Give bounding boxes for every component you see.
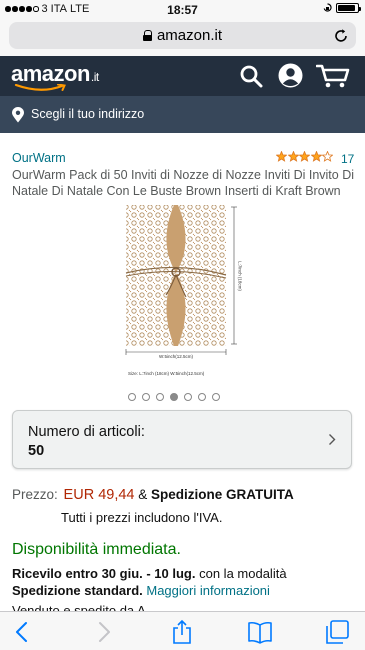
price-value: EUR 49,44: [63, 487, 135, 503]
image-width-label: W:5inch(12.5cm): [159, 354, 193, 359]
image-carousel-dots[interactable]: [128, 393, 220, 401]
status-bar: 3 ITA LTE 18:57: [0, 0, 365, 20]
star-rating[interactable]: [276, 151, 333, 162]
search-icon[interactable]: [239, 64, 263, 88]
logo-tld: .it: [90, 70, 99, 84]
quantity-value: 50: [28, 443, 45, 459]
amazon-header: amazon.it: [0, 56, 365, 96]
carousel-dot[interactable]: [198, 393, 206, 401]
chevron-right-icon: [329, 434, 336, 445]
address-prompt: Scegli il tuo indirizzo: [31, 107, 145, 121]
shipping-prefix: &: [138, 487, 152, 502]
star-icon: [310, 151, 322, 162]
share-icon[interactable]: [169, 619, 195, 645]
url-display: amazon.it: [9, 27, 356, 44]
browser-address-bar: amazon.it: [0, 20, 365, 56]
star-icon: [322, 151, 333, 162]
quantity-selector[interactable]: Numero di articoli: 50: [12, 410, 352, 469]
battery-level: [338, 5, 356, 11]
carousel-dot[interactable]: [184, 393, 192, 401]
bookmarks-icon[interactable]: [247, 619, 273, 645]
battery-icon: [336, 3, 361, 13]
cart-icon[interactable]: [316, 63, 350, 89]
rating-count[interactable]: 17: [341, 152, 354, 166]
availability-status: Disponibilità immediata.: [12, 541, 181, 558]
delivery-method: Spedizione standard.: [12, 582, 143, 598]
tabs-icon[interactable]: [324, 619, 350, 645]
browser-toolbar: [0, 611, 365, 650]
reload-icon[interactable]: [332, 27, 350, 45]
star-icon: [276, 151, 287, 162]
more-info-link[interactable]: Maggiori informazioni: [146, 583, 270, 598]
carousel-dot[interactable]: [128, 393, 136, 401]
carousel-dot[interactable]: [170, 393, 178, 401]
url-text: amazon.it: [156, 27, 223, 44]
star-icon: [299, 151, 310, 162]
rotation-lock-icon: [323, 3, 332, 12]
star-icon: [287, 151, 299, 162]
clock: 18:57: [167, 3, 198, 17]
brand-link[interactable]: OurWarm: [12, 151, 66, 165]
carousel-dot[interactable]: [142, 393, 150, 401]
carousel-dot[interactable]: [156, 393, 164, 401]
price-label: Prezzo:: [12, 487, 58, 502]
delivery-info: Ricevilo entro 30 giu. - 10 lug. con la …: [12, 566, 357, 599]
quantity-label: Numero di articoli:: [28, 424, 145, 440]
carousel-dot[interactable]: [212, 393, 220, 401]
delivery-address-bar[interactable]: Scegli il tuo indirizzo: [0, 96, 365, 133]
free-shipping: Spedizione GRATUITA: [151, 487, 294, 502]
account-icon[interactable]: [278, 63, 303, 88]
back-icon[interactable]: [10, 619, 36, 645]
shipping-info: & Spedizione GRATUITA: [138, 487, 294, 502]
price-row: Prezzo: EUR 49,44 & Spedizione GRATUITA: [12, 487, 294, 503]
logo-text: amazon: [11, 61, 90, 86]
delivery-middle: con la modalità: [195, 566, 287, 581]
status-right: [323, 3, 361, 13]
url-field[interactable]: amazon.it: [9, 22, 356, 49]
amazon-smile-icon: [14, 84, 66, 91]
vat-note: Tutti i prezzi includono l'IVA.: [61, 510, 223, 525]
delivery-dates: Ricevilo entro 30 giu. - 10 lug.: [12, 566, 196, 581]
forward-icon[interactable]: [90, 619, 116, 645]
location-pin-icon: [12, 107, 24, 123]
product-image[interactable]: L:7inch (18cm) W:5inch(12.5cm) Size: L:7…: [122, 203, 244, 380]
lock-icon: [142, 30, 153, 41]
image-height-label: L:7inch (18cm): [238, 261, 243, 291]
image-size-caption: Size: L:7inch (18cm) W:5inch(12.5cm): [128, 371, 205, 376]
product-title: OurWarm Pack di 50 Inviti di Nozze di No…: [12, 168, 355, 198]
